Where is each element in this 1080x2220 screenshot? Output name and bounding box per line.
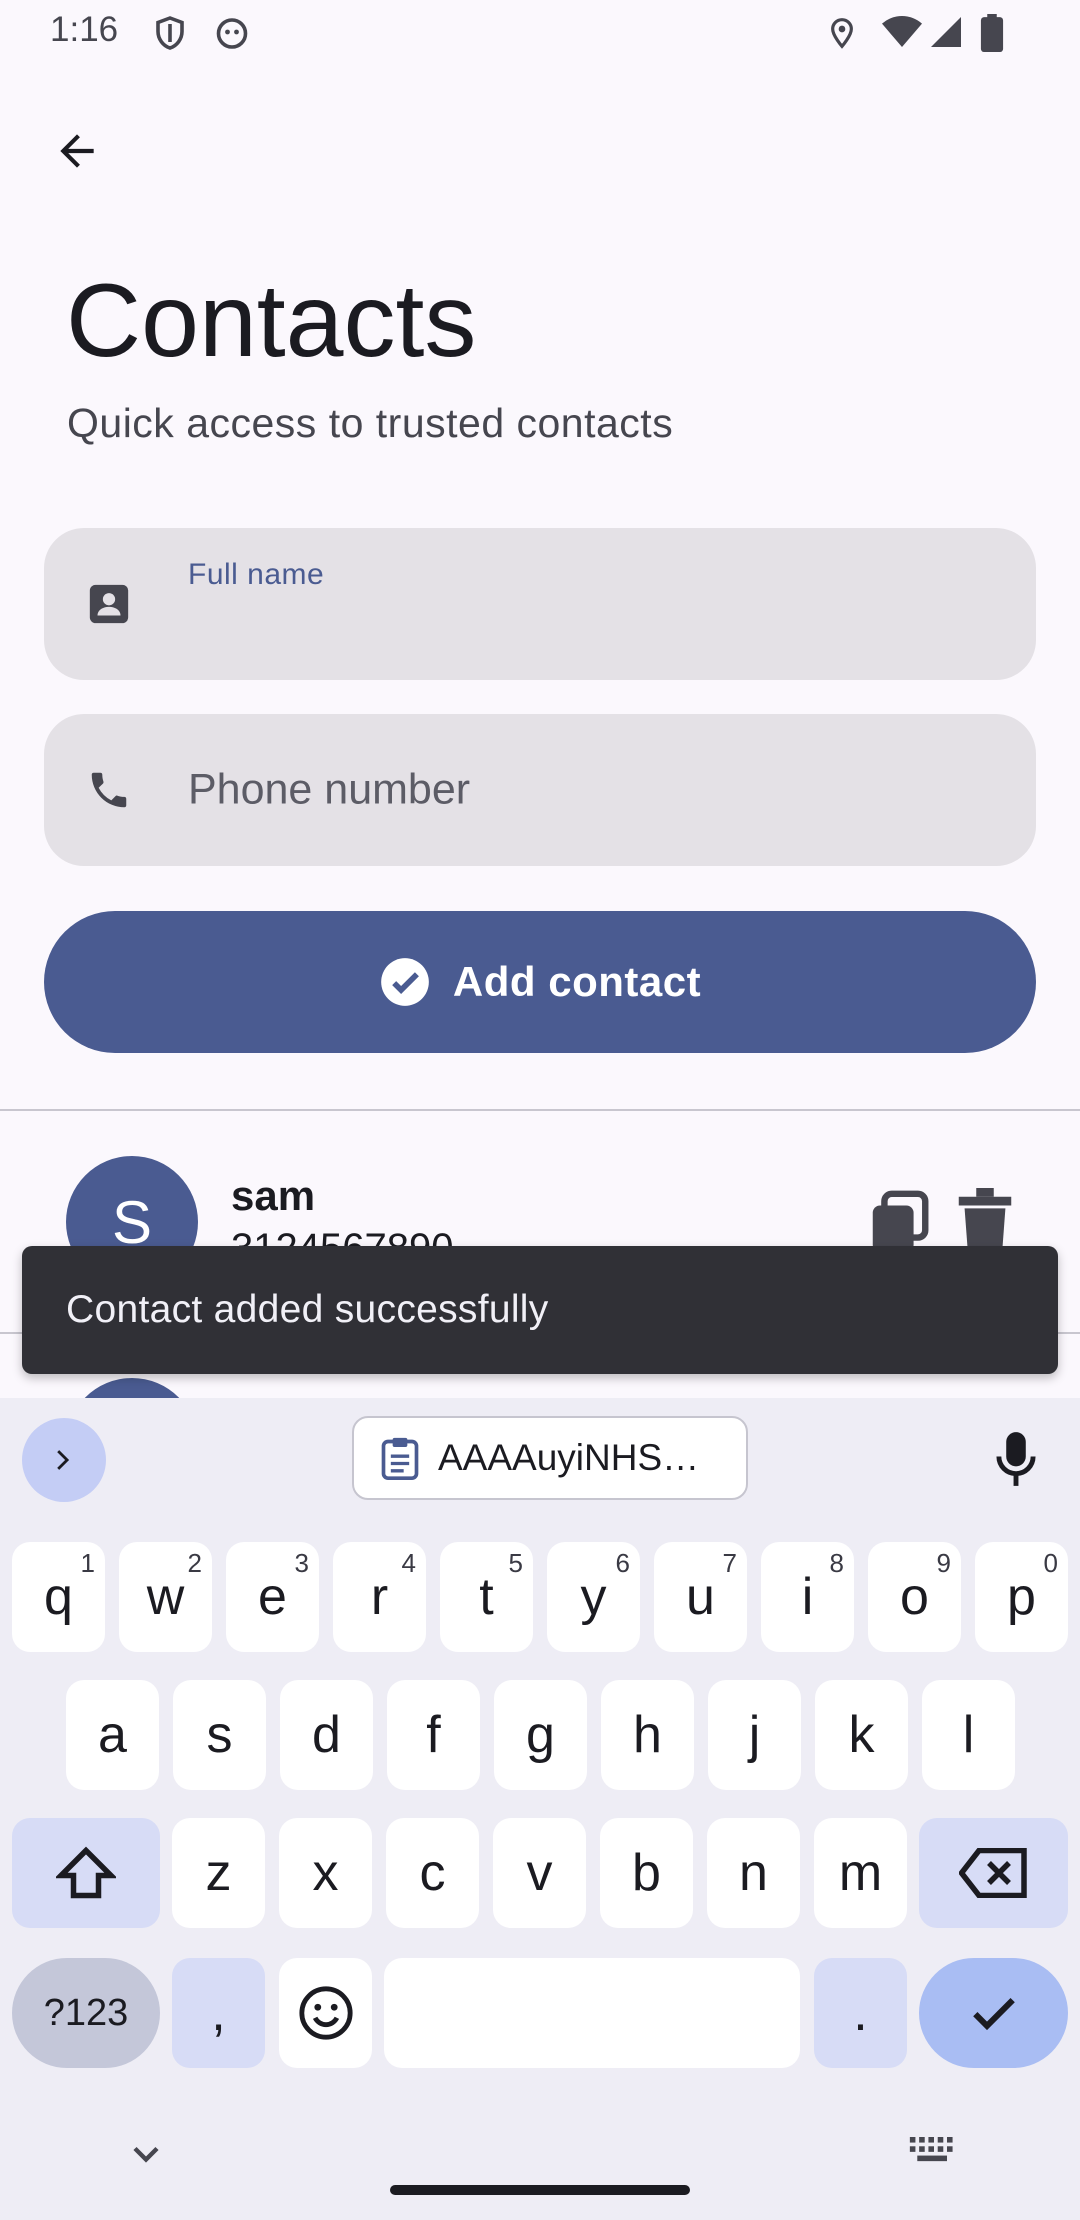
emoji-key[interactable] [279,1958,372,2068]
backspace-key[interactable] [919,1818,1068,1928]
shift-icon [56,1846,116,1899]
shield-icon [152,14,188,52]
expand-toolbar-button[interactable] [22,1418,106,1502]
snackbar-message: Contact added successfully [66,1288,549,1331]
key-t[interactable]: t5 [440,1542,533,1652]
key-d[interactable]: d [280,1680,373,1790]
status-time: 1:16 [50,10,119,49]
key-r[interactable]: r4 [333,1542,426,1652]
key-e[interactable]: e3 [226,1542,319,1652]
microphone-icon [996,1432,1036,1486]
key-u[interactable]: u7 [654,1542,747,1652]
key-label: e [258,1568,287,1626]
key-s[interactable]: s [173,1680,266,1790]
chevron-right-icon [57,1450,70,1470]
shift-key[interactable] [12,1818,160,1928]
key-z[interactable]: z [172,1818,265,1928]
key-label: p [1007,1568,1036,1626]
key-f[interactable]: f [387,1680,480,1790]
arrow-back-icon [60,134,94,168]
keyboard-nav-bar [0,2098,1080,2220]
comma-key[interactable]: , [172,1958,265,2068]
key-label: o [900,1568,929,1626]
key-g[interactable]: g [494,1680,587,1790]
chevron-down-icon [133,2146,159,2163]
add-contact-label: Add contact [452,958,702,1005]
key-label: q [44,1568,73,1626]
back-button[interactable] [44,118,110,184]
key-o[interactable]: o9 [868,1542,961,1652]
switch-keyboard-button[interactable] [908,2128,960,2172]
check-circle-icon [381,958,429,1006]
clipboard-suggestion[interactable]: AAAAuyiNHS… [352,1416,748,1500]
key-hint: 2 [187,1548,202,1578]
symbols-key[interactable]: ?123 [12,1958,160,2068]
key-h[interactable]: h [601,1680,694,1790]
key-p[interactable]: p0 [975,1542,1068,1652]
clipboard-text: AAAAuyiNHS… [438,1437,700,1478]
location-icon [826,14,858,52]
key-label: r [370,1568,389,1626]
key-b[interactable]: b [600,1818,693,1928]
key-x[interactable]: x [279,1818,372,1928]
backspace-icon [958,1848,1027,1898]
face-icon [214,14,250,50]
key-hint: 6 [615,1548,630,1578]
add-contact-button[interactable]: Add contact [44,911,1036,1053]
key-n[interactable]: n [707,1818,800,1928]
key-i[interactable]: i8 [761,1542,854,1652]
key-y[interactable]: y6 [547,1542,640,1652]
key-l[interactable]: l [922,1680,1015,1790]
key-hint: 7 [722,1548,737,1578]
emoji-icon [298,1986,353,2040]
snackbar: Contact added successfully [22,1246,1058,1374]
clipboard-icon [381,1437,419,1480]
full-name-label: Full name [188,558,325,591]
check-icon [972,1998,1015,2031]
key-c[interactable]: c [386,1818,479,1928]
page-subtitle: Quick access to trusted contacts [67,400,674,446]
key-k[interactable]: k [815,1680,908,1790]
key-a[interactable]: a [66,1680,159,1790]
home-indicator[interactable] [390,2185,690,2195]
battery-icon [980,14,1004,52]
phone-icon [84,765,134,815]
done-key[interactable] [919,1958,1068,2068]
key-label: i [801,1568,814,1626]
key-hint: 8 [829,1548,844,1578]
key-label: w [146,1568,185,1626]
contact-card-icon [84,579,134,629]
divider [0,1109,1080,1111]
key-label: y [580,1568,607,1626]
key-m[interactable]: m [814,1818,907,1928]
keyboard-icon [909,2137,953,2162]
key-v[interactable]: v [493,1818,586,1928]
key-hint: 9 [936,1548,951,1578]
keyboard: AAAAuyiNHS… q1w2e3r4t5y6u7i8o9p0 asdfghj… [0,1398,1080,2220]
keyboard-toolbar: AAAAuyiNHS… [0,1398,1080,1516]
key-hint: 0 [1043,1548,1058,1578]
signal-icon [928,14,964,50]
key-label: t [479,1568,494,1626]
key-label: u [686,1568,715,1626]
wifi-icon [882,14,922,50]
phone-number-field[interactable]: Phone number [44,714,1036,866]
full-name-field[interactable]: Full name [44,528,1036,680]
page-title: Contacts [66,263,477,379]
status-bar: 1:16 [0,0,1080,66]
key-j[interactable]: j [708,1680,801,1790]
key-w[interactable]: w2 [119,1542,212,1652]
key-hint: 5 [508,1548,523,1578]
period-key[interactable]: . [814,1958,907,2068]
space-key[interactable] [384,1958,800,2068]
hide-keyboard-button[interactable] [124,2132,168,2176]
phone-number-placeholder: Phone number [188,765,471,814]
key-hint: 1 [80,1548,95,1578]
key-hint: 3 [294,1548,309,1578]
contact-name: sam [231,1172,316,1219]
key-hint: 4 [401,1548,416,1578]
microphone-button[interactable] [986,1424,1046,1494]
key-q[interactable]: q1 [12,1542,105,1652]
